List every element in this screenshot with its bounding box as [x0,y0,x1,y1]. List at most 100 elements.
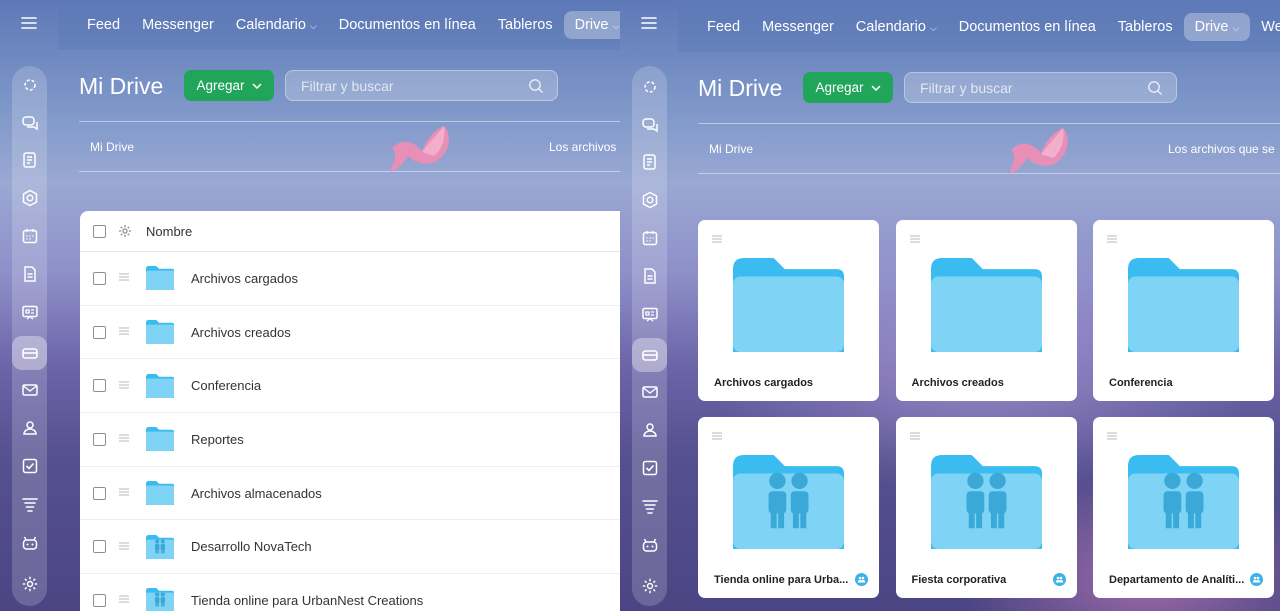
chat-icon[interactable] [632,108,667,142]
tile-name[interactable]: Tienda online para Urba... [714,574,852,586]
drag-handle-icon[interactable] [118,484,130,502]
search-field[interactable] [285,70,558,101]
nav-documentos[interactable]: Documentos en línea [328,11,487,39]
nav-documentos[interactable]: Documentos en línea [948,13,1107,41]
tile-name[interactable]: Conferencia [1109,377,1247,389]
contacts-icon[interactable] [12,411,47,445]
row-checkbox[interactable] [93,540,106,554]
drag-handle-icon[interactable] [118,430,130,448]
document-icon[interactable] [12,143,47,177]
name-column-header[interactable]: Nombre [146,224,192,239]
contacts-icon[interactable] [632,413,667,447]
row-checkbox[interactable] [93,593,106,607]
drag-handle-icon[interactable] [1106,428,1118,446]
nav-webr[interactable]: Webr [1250,13,1280,41]
nav-drive[interactable]: Drive ⌵ [563,11,620,39]
item-name[interactable]: Tienda online para UrbanNest Creations [191,593,423,608]
document-icon[interactable] [632,145,667,179]
list-item[interactable]: Tienda online para UrbanNest Creations [80,574,620,611]
drive-icon[interactable] [632,338,667,372]
search-field[interactable] [904,72,1177,103]
list-item[interactable]: Reportes [80,413,620,467]
gear-icon[interactable] [118,224,132,238]
search-icon[interactable] [1147,80,1163,96]
row-checkbox[interactable] [93,271,106,285]
list-item[interactable]: Desarrollo NovaTech [80,520,620,575]
folder-tile[interactable]: Conferencia [1093,220,1274,401]
item-name[interactable]: Reportes [191,432,244,447]
drive-icon[interactable] [12,336,47,370]
doc-file-icon[interactable] [632,259,667,293]
search-icon[interactable] [528,78,544,94]
item-name[interactable]: Archivos creados [191,325,291,340]
nav-tableros[interactable]: Tableros [487,11,564,39]
item-name[interactable]: Archivos almacenados [191,486,322,501]
row-checkbox[interactable] [93,325,106,339]
item-name[interactable]: Desarrollo NovaTech [191,539,312,554]
drag-handle-icon[interactable] [1106,231,1118,249]
nav-feed[interactable]: Feed [76,11,131,39]
nav-calendario[interactable]: Calendario ⌵ [845,13,948,41]
settings-icon[interactable] [12,567,47,601]
stack-icon[interactable] [632,490,667,524]
hexagon-icon[interactable] [632,183,667,217]
breadcrumb[interactable]: Mi Drive [709,142,753,156]
drag-handle-icon[interactable] [711,428,723,446]
tile-name[interactable]: Archivos creados [912,377,1050,389]
nav-tableros[interactable]: Tableros [1107,13,1184,41]
add-button[interactable]: Agregar [803,72,893,103]
drag-handle-icon[interactable] [118,538,130,556]
tasks-icon[interactable] [12,449,47,483]
drag-handle-icon[interactable] [909,428,921,446]
calendar-icon[interactable] [632,221,667,255]
stack-icon[interactable] [12,488,47,522]
mail-icon[interactable] [12,373,47,407]
drag-handle-icon[interactable] [118,269,130,287]
folder-tile[interactable]: Departamento de Analíti... [1093,417,1274,598]
row-checkbox[interactable] [93,379,106,393]
nav-drive[interactable]: Drive ⌵ [1183,13,1251,41]
row-checkbox[interactable] [93,432,106,446]
doc-file-icon[interactable] [12,257,47,291]
drag-handle-icon[interactable] [118,591,130,609]
item-name[interactable]: Conferencia [191,378,261,393]
tile-name[interactable]: Archivos cargados [714,377,852,389]
tile-name[interactable]: Departamento de Analíti... [1109,574,1247,586]
list-item[interactable]: Archivos creados [80,306,620,360]
menu-icon[interactable] [12,10,46,36]
add-button[interactable]: Agregar [184,70,274,101]
folder-tile[interactable]: Tienda online para Urba... [698,417,879,598]
menu-icon[interactable] [632,10,666,36]
chat-icon[interactable] [12,106,47,140]
list-item[interactable]: Archivos cargados [80,252,620,306]
drag-handle-icon[interactable] [118,323,130,341]
nav-messenger[interactable]: Messenger [131,11,225,39]
search-input[interactable] [286,77,511,94]
hexagon-icon[interactable] [12,181,47,215]
nav-messenger[interactable]: Messenger [751,13,845,41]
list-item[interactable]: Archivos almacenados [80,467,620,521]
drag-handle-icon[interactable] [909,231,921,249]
settings-icon[interactable] [632,569,667,603]
feed-icon[interactable] [12,68,47,102]
search-input[interactable] [905,79,1130,96]
drag-handle-icon[interactable] [118,377,130,395]
board-icon[interactable] [632,298,667,332]
tasks-icon[interactable] [632,451,667,485]
nav-calendario[interactable]: Calendario ⌵ [225,11,328,39]
select-all-checkbox[interactable] [93,224,106,238]
bot-icon[interactable] [632,528,667,562]
breadcrumb[interactable]: Mi Drive [90,140,134,154]
row-checkbox[interactable] [93,486,106,500]
drag-handle-icon[interactable] [711,231,723,249]
bot-icon[interactable] [12,526,47,560]
item-name[interactable]: Archivos cargados [191,271,298,286]
folder-tile[interactable]: Archivos creados [895,220,1077,401]
folder-tile[interactable]: Fiesta corporativa [895,417,1077,598]
folder-tile[interactable]: Archivos cargados [698,220,879,401]
calendar-icon[interactable] [12,219,47,253]
list-item[interactable]: Conferencia [80,359,620,414]
tile-name[interactable]: Fiesta corporativa [912,574,1050,586]
mail-icon[interactable] [632,375,667,409]
board-icon[interactable] [12,296,47,330]
